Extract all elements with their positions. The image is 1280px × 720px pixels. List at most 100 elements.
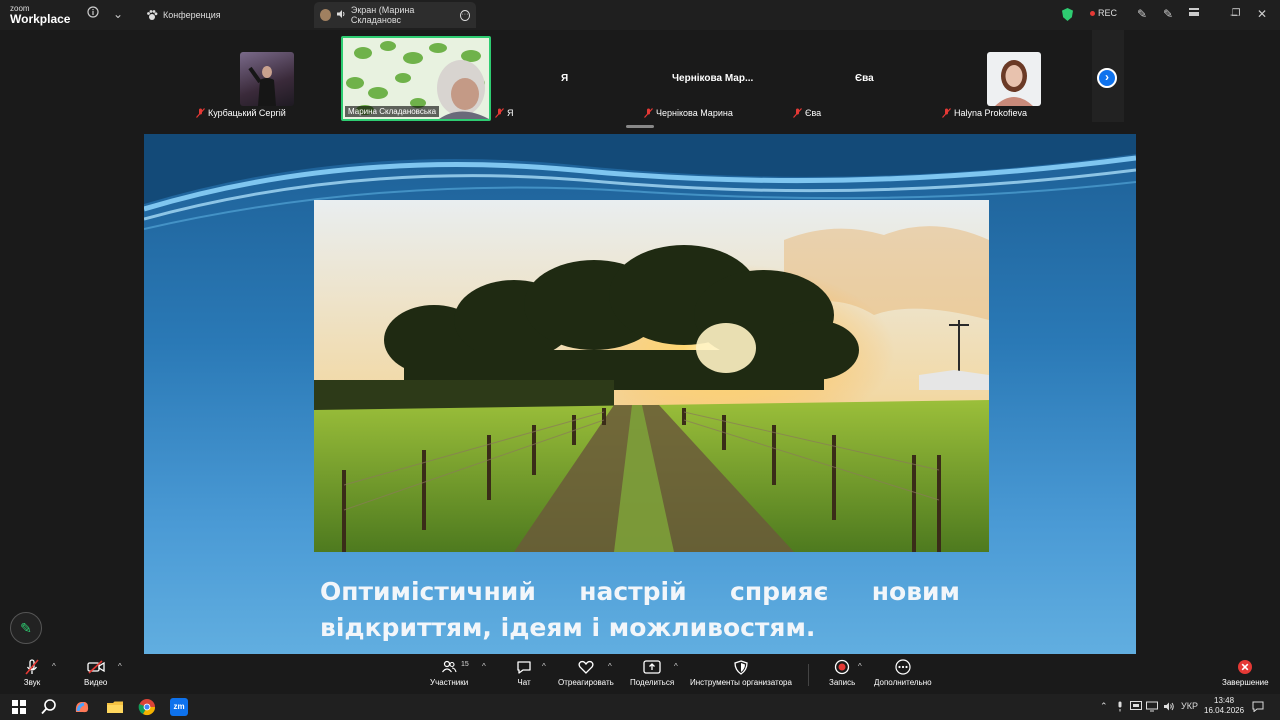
react-button[interactable]: Отреагировать: [558, 658, 614, 687]
chevron-down-icon[interactable]: ⌄: [110, 6, 126, 22]
info-icon[interactable]: [85, 6, 101, 22]
chat-icon: [514, 658, 534, 676]
slide-text: Оптимістичний настрій сприяє новим відкр…: [320, 577, 960, 642]
tray-volume-icon[interactable]: [1163, 701, 1175, 714]
security-shield-icon[interactable]: [1062, 8, 1073, 21]
record-icon: [832, 658, 852, 676]
tab-screen-label: Экран (Марина Складановс: [350, 5, 415, 25]
mic-muted-icon: [196, 108, 205, 118]
mic-muted-icon: [22, 658, 42, 676]
participant-label: Чернікова Марина: [644, 108, 733, 118]
more-button[interactable]: Дополнительно: [874, 658, 932, 687]
participants-options-caret[interactable]: ^: [482, 662, 486, 671]
mic-muted-icon: [495, 108, 504, 118]
end-icon: [1235, 658, 1255, 676]
chat-options-caret[interactable]: ^: [542, 662, 546, 671]
strip-resize-handle[interactable]: [626, 125, 654, 128]
tab-meeting[interactable]: Конференция: [140, 2, 227, 28]
tray-mic-icon[interactable]: [1116, 701, 1124, 714]
end-label: Завершение: [1222, 678, 1269, 687]
windows-start-icon[interactable]: [10, 698, 28, 716]
video-off-icon: [86, 658, 106, 676]
windows-taskbar: zm ⌃ УКР 13:48 16.04.2026: [0, 694, 1280, 720]
close-icon[interactable]: ✕: [1254, 6, 1270, 22]
more-label: Дополнительно: [874, 678, 932, 687]
more-options-icon[interactable]: ···: [459, 9, 470, 21]
zoom-app-window: zoom Workplace ⌄ Конференция Экран (Мари…: [0, 0, 1280, 720]
participant-label: Halyna Prokofieva: [942, 108, 1027, 118]
end-meeting-button[interactable]: Завершение: [1222, 658, 1269, 687]
tray-screen-share-icon[interactable]: [1130, 701, 1142, 714]
share-screen-button[interactable]: Поделиться: [630, 658, 674, 687]
mic-muted-icon: [942, 108, 951, 118]
speaker-icon: [336, 9, 346, 21]
shared-screen-slide: Оптимістичний настрій сприяє новим відкр…: [144, 134, 1136, 654]
video-label: Видео: [84, 678, 108, 687]
tab-meeting-label: Конференция: [163, 10, 221, 20]
record-options-caret[interactable]: ^: [858, 662, 862, 671]
menu-icon[interactable]: [1186, 6, 1202, 22]
next-page-button[interactable]: ›: [1097, 68, 1117, 88]
share-options-caret[interactable]: ^: [674, 662, 678, 671]
participant-name: Марина Складановська: [345, 106, 440, 117]
react-options-caret[interactable]: ^: [608, 662, 612, 671]
paw-icon: [146, 9, 158, 21]
participant-label: Я: [495, 108, 514, 118]
audio-options-caret[interactable]: ^: [52, 662, 56, 671]
annotate-pen-icon[interactable]: ✎: [1134, 6, 1150, 22]
file-explorer-icon[interactable]: [106, 698, 124, 716]
meeting-toolbar: Звук ^ Видео ^ Участники 15 ^ Чат ^ Отре…: [0, 654, 1280, 694]
participant-gallery-strip: Курбацький Сергій Марина Складановська Я…: [0, 30, 1280, 130]
chat-button[interactable]: Чат: [514, 658, 534, 687]
share-label: Поделиться: [630, 678, 675, 687]
tab-screen-share[interactable]: Экран (Марина Складановс ···: [314, 2, 476, 28]
copilot-icon[interactable]: [73, 698, 91, 716]
participant-name: Я: [507, 108, 514, 118]
participant-video-kurbatskyi[interactable]: [240, 52, 294, 106]
chat-label: Чат: [517, 678, 531, 687]
clock-date: 16.04.2026: [1204, 706, 1245, 715]
tray-network-icon[interactable]: [1146, 701, 1158, 714]
heart-icon: [576, 658, 596, 676]
record-dot-icon: [1090, 11, 1095, 17]
host-tools-button[interactable]: Инструменты организатора: [690, 658, 792, 687]
search-icon[interactable]: [40, 698, 58, 716]
recording-indicator[interactable]: REC: [1090, 8, 1117, 18]
participant-tile-chernikova[interactable]: Чернікова Мар...: [672, 73, 753, 84]
more-icon: [893, 658, 913, 676]
maximize-icon[interactable]: ❐: [1228, 6, 1244, 22]
participant-tile-self[interactable]: Я: [561, 73, 568, 84]
edit-pen-icon[interactable]: ✎: [1160, 6, 1176, 22]
people-icon: [439, 658, 459, 676]
keyboard-language[interactable]: УКР: [1181, 701, 1198, 711]
record-label: Запись: [829, 678, 856, 687]
participants-count: 15: [461, 661, 469, 668]
participant-name: Курбацький Сергій: [208, 108, 286, 118]
video-button[interactable]: Видео: [84, 658, 107, 687]
host-tools-label: Инструменты организатора: [690, 678, 792, 687]
participant-photo-halyna[interactable]: [987, 52, 1041, 106]
annotate-pencil-button[interactable]: ✎: [10, 612, 42, 644]
participant-name: Чернікова Марина: [656, 108, 733, 118]
notifications-icon[interactable]: [1252, 701, 1264, 714]
participant-tile-eva[interactable]: Єва: [855, 73, 874, 84]
participant-name: Єва: [805, 108, 822, 118]
audio-button[interactable]: Звук: [22, 658, 42, 687]
participant-video-maryna[interactable]: Марина Складановська: [341, 36, 491, 121]
record-button[interactable]: Запись: [829, 658, 855, 687]
react-label: Отреагировать: [558, 678, 614, 687]
rec-label: REC: [1098, 8, 1118, 18]
clock-time: 13:48: [1214, 696, 1235, 705]
zoom-logo: zoom Workplace: [10, 4, 70, 26]
zoom-taskbar-icon[interactable]: zm: [170, 698, 188, 716]
participants-label: Участники: [430, 678, 469, 687]
share-screen-icon: [642, 658, 662, 676]
video-options-caret[interactable]: ^: [118, 662, 122, 671]
shield-icon: [731, 658, 751, 676]
participant-label: Курбацький Сергій: [196, 108, 286, 118]
chrome-icon[interactable]: [138, 698, 156, 716]
tray-chevron-icon[interactable]: ⌃: [1100, 701, 1108, 712]
taskbar-clock[interactable]: 13:48 16.04.2026: [1204, 696, 1244, 716]
participant-name: Halyna Prokofieva: [954, 108, 1028, 118]
slide-landscape-photo: [314, 200, 989, 552]
